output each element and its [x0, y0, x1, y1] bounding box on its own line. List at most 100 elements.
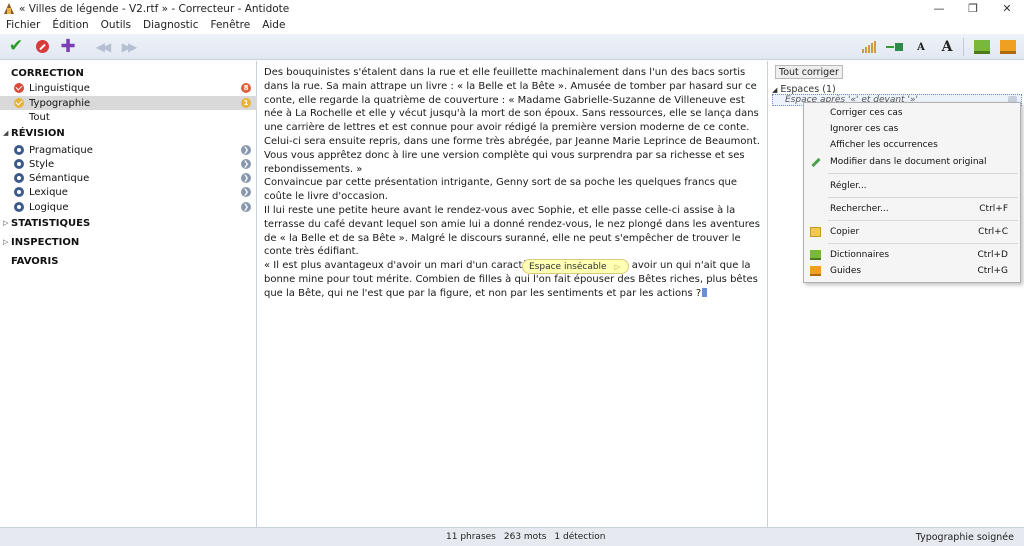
close-button[interactable]: ✕: [990, 0, 1024, 17]
phrase-count: 11 phrases: [446, 532, 496, 542]
style-icon: [14, 159, 24, 169]
menu-item-occurrences[interactable]: Afficher les occurrences: [804, 137, 1020, 153]
menu-aide[interactable]: Aide: [256, 19, 291, 31]
document-panel[interactable]: Des bouquinistes s'étalent dans la rue e…: [258, 61, 768, 527]
font-larger-button[interactable]: A: [935, 36, 959, 58]
document-text[interactable]: Des bouquinistes s'étalent dans la rue e…: [264, 66, 766, 301]
menu-outils[interactable]: Outils: [95, 19, 137, 31]
chevron-right-icon[interactable]: ❯: [241, 173, 251, 183]
error-count-badge: 8: [241, 83, 251, 93]
chevron-right-icon[interactable]: ❯: [241, 159, 251, 169]
dictionaries-button[interactable]: [970, 36, 994, 58]
menu-separator: [828, 173, 1018, 174]
context-menu: Corriger ces cas Ignorer ces cas Affiche…: [803, 102, 1021, 283]
prism-panel: CORRECTION Linguistique 8 Typographie 1 …: [0, 61, 257, 527]
menu-item-guides[interactable]: Guides Ctrl+G: [804, 263, 1020, 279]
play-icon: ▷: [614, 262, 620, 271]
paragraph: Il lui reste une petite heure avant le r…: [264, 204, 760, 258]
section-statistiques[interactable]: ▷ STATISTIQUES: [0, 216, 257, 230]
ignore-button[interactable]: [32, 37, 52, 57]
menu-item-corriger[interactable]: Corriger ces cas: [804, 105, 1020, 121]
menu-item-rechercher[interactable]: Rechercher... Ctrl+F: [804, 201, 1020, 217]
prism-item-label: Typographie: [29, 97, 91, 109]
menu-item-shortcut: Ctrl+D: [977, 250, 1009, 260]
flow-icon: [886, 42, 904, 52]
prism-item-label: Logique: [29, 201, 69, 213]
font-smaller-button[interactable]: A: [909, 36, 933, 58]
menu-item-label: Dictionnaires: [830, 250, 890, 260]
toolbar-separator: [963, 38, 964, 56]
pencil-icon: [810, 157, 821, 167]
menu-item-modifier[interactable]: Modifier dans le document original: [804, 154, 1020, 170]
prism-item-tout[interactable]: Tout: [0, 110, 257, 124]
prism-item-label: Pragmatique: [29, 144, 93, 156]
chevron-right-icon[interactable]: ❯: [241, 145, 251, 155]
menu-item-copier[interactable]: Copier Ctrl+C: [804, 224, 1020, 240]
stop-icon: [35, 40, 49, 53]
font-large-icon: A: [941, 39, 953, 55]
menu-item-regler[interactable]: Régler...: [804, 178, 1020, 194]
lexicon-icon: [14, 187, 24, 197]
detection-highlight[interactable]: [702, 287, 708, 297]
chevron-right-icon[interactable]: ❯: [241, 202, 251, 212]
menu-diagnostic[interactable]: Diagnostic: [137, 19, 204, 31]
menu-separator: [828, 220, 1018, 221]
paragraph: Convaincue par cette présentation intrig…: [264, 177, 738, 203]
bubble-label: Espace insécable: [529, 261, 607, 272]
guides-button[interactable]: [996, 36, 1020, 58]
paragraph-last: « Il est plus avantageux d'avoir un mari…: [264, 259, 766, 300]
toolbar: ✔ ✚ ◀◀ ▶▶ A A: [0, 34, 1024, 60]
statistics-button[interactable]: [857, 36, 881, 58]
check-icon: ✔: [8, 36, 24, 56]
prism-item-lexique[interactable]: Lexique ❯: [0, 185, 257, 199]
dictionary-book-icon: [974, 40, 990, 54]
correction-bubble[interactable]: Espace insécable ▷: [522, 259, 629, 274]
bar-chart-icon: [862, 41, 876, 53]
typography-icon: [14, 98, 24, 108]
prism-item-style[interactable]: Style ❯: [0, 157, 257, 171]
section-inspection[interactable]: ▷ INSPECTION: [0, 235, 257, 249]
restore-button[interactable]: ❐: [956, 0, 990, 17]
prism-item-label: Tout: [29, 111, 50, 123]
menu-fenetre[interactable]: Fenêtre: [204, 19, 256, 31]
prism-item-semantique[interactable]: Sémantique ❯: [0, 171, 257, 185]
previous-button[interactable]: ◀◀: [92, 37, 112, 57]
menu-item-shortcut: Ctrl+G: [977, 266, 1008, 276]
prism-item-label: Sémantique: [29, 172, 90, 184]
section-correction[interactable]: CORRECTION: [0, 66, 257, 80]
font-small-icon: A: [917, 41, 925, 53]
paragraph: Des bouquinistes s'étalent dans la rue e…: [264, 67, 760, 175]
paragraph-text: « Il est plus avantageux d'avoir un mari…: [264, 260, 758, 299]
chevron-right-icon[interactable]: ❯: [241, 187, 251, 197]
menu-edition[interactable]: Édition: [46, 19, 94, 31]
expanded-triangle-icon: ◢: [772, 85, 778, 94]
add-button[interactable]: ✚: [58, 37, 78, 57]
next-button[interactable]: ▶▶: [118, 37, 138, 57]
guide-book-icon: [810, 266, 821, 276]
menu-item-label: Copier: [830, 227, 860, 237]
prism-item-typographie[interactable]: Typographie 1: [0, 96, 257, 110]
fast-forward-icon: ▶▶: [121, 39, 138, 54]
menu-item-ignorer[interactable]: Ignorer ces cas: [804, 121, 1020, 137]
section-title: STATISTIQUES: [11, 217, 91, 229]
menu-item-label: Afficher les occurrences: [830, 140, 938, 150]
menu-item-shortcut: Ctrl+F: [979, 204, 1008, 214]
structure-button[interactable]: [883, 36, 907, 58]
dictionary-book-icon: [810, 250, 821, 260]
section-title: INSPECTION: [11, 236, 80, 248]
section-favoris[interactable]: FAVORIS: [0, 254, 257, 268]
semantic-icon: [14, 173, 24, 183]
section-revision[interactable]: ◢ RÉVISION: [0, 126, 257, 140]
prism-item-logique[interactable]: Logique ❯: [0, 200, 257, 214]
correct-button[interactable]: ✔: [6, 37, 26, 57]
status-message: Typographie soignée: [915, 532, 1014, 543]
prism-item-linguistique[interactable]: Linguistique 8: [0, 81, 257, 95]
expanded-triangle-icon: ◢: [3, 129, 9, 137]
minimize-button[interactable]: —: [922, 0, 956, 17]
menu-item-dictionnaires[interactable]: Dictionnaires Ctrl+D: [804, 247, 1020, 263]
prism-item-pragmatique[interactable]: Pragmatique ❯: [0, 143, 257, 157]
fix-all-button[interactable]: Tout corriger: [775, 65, 843, 79]
menu-fichier[interactable]: Fichier: [0, 19, 46, 31]
collapsed-triangle-icon: ▷: [3, 219, 9, 227]
warning-count-badge: 1: [241, 98, 251, 108]
